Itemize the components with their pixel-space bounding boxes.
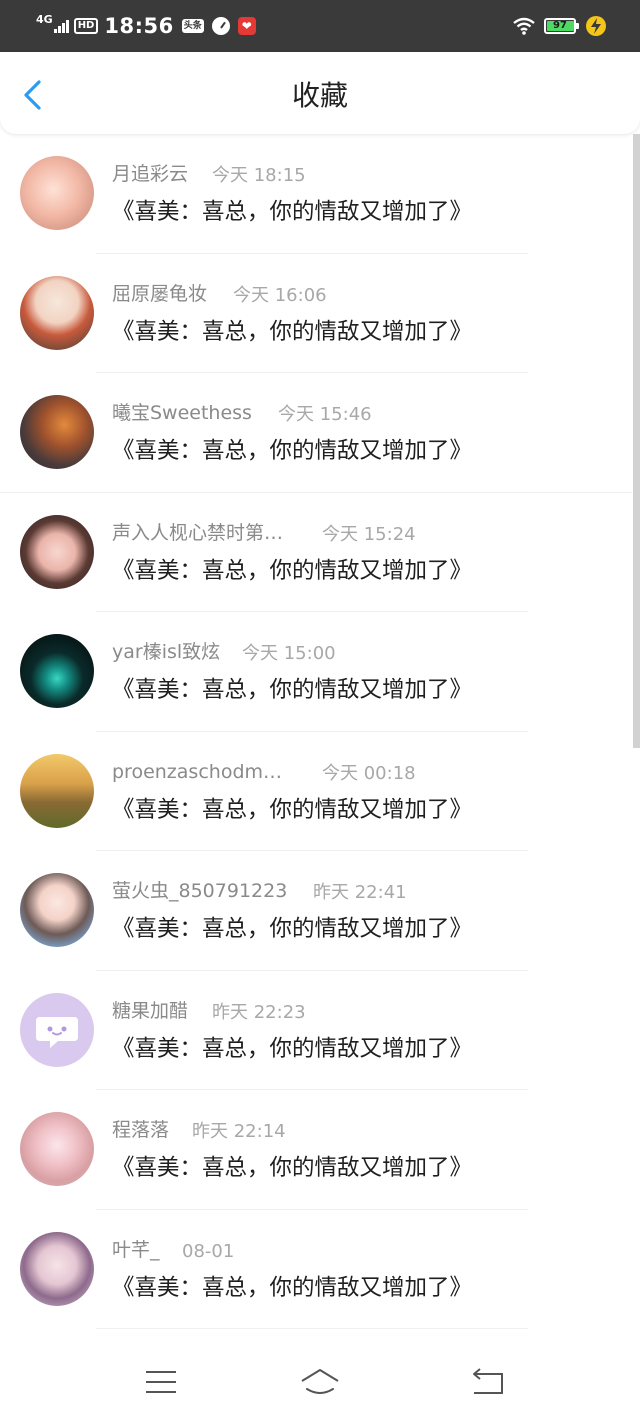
- list-item[interactable]: proenzaschodm… 今天 00:18 《喜美：喜总，你的情敌又增加了》: [0, 732, 632, 851]
- avatar[interactable]: [20, 1112, 94, 1186]
- back-icon: [473, 1368, 503, 1394]
- page-title: 收藏: [291, 79, 348, 112]
- avatar[interactable]: [20, 395, 94, 469]
- list-item[interactable]: 萤火虫_850791223 昨天 22:41 《喜美：喜总，你的情敌又增加了》: [0, 851, 632, 971]
- list-item[interactable]: yar榛isl致炫 今天 15:00 《喜美：喜总，你的情敌又增加了》: [0, 612, 632, 732]
- status-time: 18:56: [104, 14, 174, 38]
- user-name[interactable]: 月追彩云: [112, 162, 188, 186]
- article-title[interactable]: 《喜美：喜总，你的情敌又增加了》: [112, 317, 472, 347]
- status-right: 97: [512, 0, 606, 52]
- avatar[interactable]: [20, 514, 94, 589]
- timestamp: 今天 15:24: [322, 523, 416, 545]
- article-title[interactable]: 《喜美：喜总，你的情敌又增加了》: [112, 1273, 472, 1303]
- signal-icon: [53, 19, 70, 33]
- user-name[interactable]: yar榛isl致炫: [112, 640, 220, 664]
- list-item[interactable]: 糖果加醋 昨天 22:23 《喜美：喜总，你的情敌又增加了》: [0, 971, 632, 1090]
- charging-icon: [586, 16, 606, 36]
- avatar[interactable]: [20, 992, 94, 1067]
- divider: [96, 1328, 528, 1329]
- favorites-list[interactable]: 月追彩云 今天 18:15 《喜美：喜总，你的情敌又增加了》 屈原屡龟妆 今天 …: [0, 134, 640, 1340]
- article-title[interactable]: 《喜美：喜总，你的情敌又增加了》: [112, 197, 472, 227]
- timestamp: 昨天 22:14: [192, 1121, 286, 1142]
- timestamp: 08-01: [182, 1240, 235, 1262]
- back-nav-button[interactable]: [468, 1366, 508, 1398]
- header: 收藏: [0, 52, 640, 134]
- article-title[interactable]: 《喜美：喜总，你的情敌又增加了》: [112, 795, 472, 825]
- avatar[interactable]: [20, 873, 94, 947]
- article-title[interactable]: 《喜美：喜总，你的情敌又增加了》: [112, 556, 472, 586]
- status-left: 4G HD 18:56 头条 ❤: [36, 0, 256, 52]
- article-title[interactable]: 《喜美：喜总，你的情敌又增加了》: [112, 675, 472, 705]
- avatar[interactable]: [20, 156, 94, 230]
- timestamp: 今天 15:46: [278, 404, 372, 425]
- list-item[interactable]: 叶芊_ 08-01 《喜美：喜总，你的情敌又增加了》: [0, 1210, 632, 1329]
- chat-bubble-icon: [36, 1016, 78, 1048]
- article-title[interactable]: 《喜美：喜总，你的情敌又增加了》: [112, 1034, 472, 1064]
- user-name[interactable]: proenzaschodm…: [112, 760, 282, 784]
- timestamp: 今天 15:00: [242, 643, 336, 664]
- status-bar: 4G HD 18:56 头条 ❤ 97: [0, 0, 640, 52]
- article-title[interactable]: 《喜美：喜总，你的情敌又增加了》: [112, 1153, 472, 1183]
- battery-icon: 97: [544, 18, 579, 34]
- user-name[interactable]: 声入人枧心禁时第…: [112, 521, 283, 545]
- list-item[interactable]: 程落落 昨天 22:14 《喜美：喜总，你的情敌又增加了》: [0, 1090, 632, 1210]
- user-name[interactable]: 屈原屡龟妆: [112, 282, 207, 306]
- avatar[interactable]: [20, 275, 94, 350]
- scrollbar[interactable]: [632, 134, 640, 1340]
- news-app-icon: 头条: [181, 19, 204, 33]
- speed-icon: [211, 17, 230, 35]
- list-item[interactable]: 曦宝Sweethess 今天 15:46 《喜美：喜总，你的情敌又增加了》: [0, 373, 632, 493]
- timestamp: 昨天 22:23: [212, 1001, 306, 1023]
- article-title[interactable]: 《喜美：喜总，你的情敌又增加了》: [112, 914, 472, 944]
- app-icon: ❤: [237, 17, 256, 35]
- home-icon: [301, 1369, 339, 1394]
- list-item[interactable]: 月追彩云 今天 18:15 《喜美：喜总，你的情敌又增加了》: [0, 134, 632, 254]
- user-name[interactable]: 程落落: [112, 1118, 169, 1142]
- timestamp: 今天 18:15: [212, 165, 306, 186]
- user-name[interactable]: 曦宝Sweethess: [112, 401, 252, 425]
- scrollbar-thumb[interactable]: [633, 134, 640, 748]
- timestamp: 昨天 22:41: [313, 882, 407, 903]
- system-nav-bar: [0, 1340, 640, 1422]
- menu-icon: [146, 1371, 176, 1393]
- battery-level: 97: [553, 20, 567, 31]
- avatar[interactable]: [20, 1231, 94, 1306]
- list-item[interactable]: 屈原屡龟妆 今天 16:06 《喜美：喜总，你的情敌又增加了》: [0, 254, 632, 373]
- user-name[interactable]: 糖果加醋: [112, 999, 188, 1023]
- avatar[interactable]: [20, 634, 94, 708]
- user-name[interactable]: 叶芊_: [112, 1238, 160, 1262]
- article-title[interactable]: 《喜美：喜总，你的情敌又增加了》: [112, 436, 472, 466]
- network-type-label: 4G: [36, 12, 53, 26]
- list-item[interactable]: 声入人枧心禁时第… 今天 15:24 《喜美：喜总，你的情敌又增加了》: [0, 493, 632, 612]
- menu-button[interactable]: [141, 1366, 181, 1398]
- timestamp: 今天 16:06: [233, 284, 327, 306]
- wifi-icon: [513, 17, 535, 35]
- avatar[interactable]: [20, 753, 94, 828]
- user-name[interactable]: 萤火虫_850791223: [112, 879, 287, 903]
- hd-badge: HD: [73, 18, 99, 34]
- timestamp: 今天 00:18: [322, 762, 416, 784]
- home-button[interactable]: [300, 1366, 340, 1398]
